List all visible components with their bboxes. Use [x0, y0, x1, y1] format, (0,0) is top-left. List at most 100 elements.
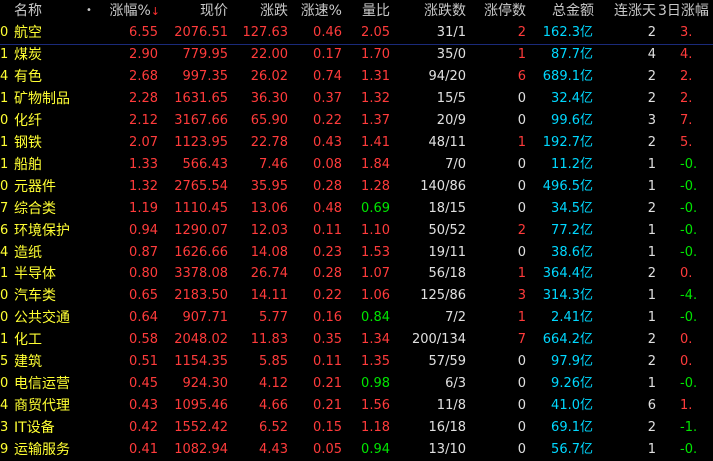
cell-price: 779.95	[182, 46, 229, 62]
cell-d3: -0.	[680, 156, 698, 172]
header-name[interactable]: 名称	[14, 0, 74, 22]
table-row[interactable]: 5 建筑 0.51 1154.35 5.85 0.11 1.35 57/59 0 97.9 亿 2 0.	[0, 351, 713, 373]
cell-amount: 69.1	[551, 420, 580, 436]
cell-limit: 2	[517, 25, 526, 40]
table-row[interactable]: 1 钢铁 2.07 1123.95 22.78 0.43 1.41 48/11 1 192.7 亿 2…	[0, 132, 713, 154]
table-header: 名称 • 涨幅%↓ 现价 涨跌 涨速% 量比 涨跌数 涨停数 总金额 连涨天 3…	[0, 0, 713, 22]
cell-speed: 0.74	[313, 68, 342, 84]
table-row[interactable]: 4 造纸 0.87 1626.66 14.08 0.23 1.53 19/11 0 38.6 亿 1 -…	[0, 242, 713, 264]
cell-idx: 6	[0, 222, 9, 238]
cell-streak: 2	[647, 266, 656, 282]
cell-vr: 1.84	[361, 156, 390, 172]
cell-d3: 0.	[680, 354, 693, 370]
cell-name: 汽车类	[14, 288, 56, 305]
cell-price: 907.71	[182, 310, 229, 326]
cell-updown: 20/9	[436, 112, 466, 128]
cell-idx: 0	[0, 178, 9, 194]
cell-updown: 7/0	[445, 156, 466, 172]
cell-d3: 0.	[680, 266, 693, 282]
cell-streak: 2	[647, 90, 656, 106]
cell-amount: 97.9	[551, 354, 580, 370]
header-amount[interactable]: 总金额	[530, 0, 594, 22]
table-row[interactable]: 1 船舶 1.33 566.43 7.46 0.08 1.84 7/0 0 11.2 亿 1 -0.	[0, 154, 713, 176]
table-row[interactable]: 1 矿物制品 2.28 1631.65 36.30 0.37 1.32 15/5 0 32.4 亿 2…	[0, 88, 713, 110]
cell-name: 元器件	[14, 178, 56, 195]
cell-unit: 亿	[580, 222, 594, 238]
header-price[interactable]: 现价	[170, 0, 228, 22]
cell-updown: 19/11	[428, 244, 466, 260]
table-row[interactable]: 7 综合类 1.19 1110.45 13.06 0.48 0.69 18/15 0 34.5 亿 2…	[0, 198, 713, 220]
table-row[interactable]: 0 电信运营 0.45 924.30 4.12 0.21 0.98 6/3 0 9.26 亿 1 -0.	[0, 373, 713, 395]
header-streak[interactable]: 连涨天	[600, 0, 656, 22]
cell-idx: 9	[0, 442, 9, 458]
header-chg[interactable]: 涨跌	[236, 0, 288, 22]
cell-streak: 2	[647, 354, 656, 370]
cell-streak: 1	[647, 288, 656, 304]
header-d3[interactable]: 3日涨幅	[658, 0, 713, 22]
cell-limit: 7	[517, 332, 526, 348]
table-row[interactable]: 9 运输服务 0.41 1082.94 4.43 0.05 0.94 13/10 0 56.7 亿 1…	[0, 439, 713, 461]
cell-chg: 14.11	[250, 288, 288, 304]
cell-speed: 0.11	[313, 222, 342, 238]
table-row[interactable]: 0 汽车类 0.65 2183.50 14.11 0.22 1.06 125/86 3 314.3…	[0, 285, 713, 307]
cell-price: 1626.66	[174, 244, 228, 260]
cell-updown: 48/11	[428, 134, 466, 150]
header-limit[interactable]: 涨停数	[470, 0, 526, 22]
cell-speed: 0.17	[313, 46, 342, 62]
cell-d3: -0.	[680, 178, 698, 194]
cell-name: 船舶	[14, 156, 42, 173]
cell-d3: 4.	[680, 46, 693, 62]
cell-chg: 13.06	[250, 200, 288, 216]
cell-unit: 亿	[580, 420, 594, 436]
cell-unit: 亿	[580, 200, 594, 216]
header-pct[interactable]: 涨幅%↓	[100, 0, 160, 22]
cell-pct: 0.94	[129, 222, 158, 238]
table-row[interactable]: 4 商贸代理 0.43 1095.46 4.66 0.21 1.56 11/8 0 41.0 亿 6 1…	[0, 395, 713, 417]
cell-pct: 6.55	[129, 25, 158, 40]
cell-streak: 2	[647, 420, 656, 436]
cell-d3: 2.	[680, 68, 693, 84]
table-row[interactable]: 1 煤炭 2.90 779.95 22.00 0.17 1.70 35/0 1 87.7 亿 4 4.	[0, 44, 713, 66]
cell-unit: 亿	[580, 90, 594, 106]
header-pct-label: 涨幅%	[109, 3, 151, 19]
cell-streak: 4	[647, 46, 656, 62]
table-row[interactable]: 3 IT设备 0.42 1552.42 6.52 0.15 1.18 16/18 0 69.1 亿 2…	[0, 417, 713, 439]
cell-amount: 664.2	[542, 332, 580, 348]
cell-speed: 0.48	[313, 200, 342, 216]
cell-name: 综合类	[14, 200, 56, 217]
cell-updown: 7/2	[445, 310, 466, 326]
cell-amount: 87.7	[551, 46, 580, 62]
cell-amount: 32.4	[551, 90, 580, 106]
table-row[interactable]: 0 公共交通 0.64 907.71 5.77 0.16 0.84 7/2 1 2.41 亿 1 -0.	[0, 307, 713, 329]
cell-amount: 9.26	[551, 376, 580, 392]
cell-d3: -0.	[680, 244, 698, 260]
table-row[interactable]: 4 有色 2.68 997.35 26.02 0.74 1.31 94/20 6 689.1 亿 2 2…	[0, 66, 713, 88]
cell-name: 钢铁	[14, 134, 42, 151]
cell-unit: 亿	[580, 354, 594, 370]
header-updown[interactable]: 涨跌数	[400, 0, 466, 22]
cell-d3: 7.	[680, 112, 693, 128]
cell-pct: 2.68	[129, 68, 158, 84]
cell-vr: 1.10	[361, 222, 390, 238]
cell-speed: 0.16	[313, 310, 342, 326]
header-dot: •	[86, 5, 92, 16]
table-row[interactable]: 0 化纤 2.12 3167.66 65.90 0.22 1.37 20/9 0 99.6 亿 3 7.	[0, 110, 713, 132]
header-vr[interactable]: 量比	[344, 0, 390, 22]
cell-idx: 1	[0, 134, 9, 150]
cell-idx: 0	[0, 112, 9, 128]
cell-price: 1110.45	[174, 200, 228, 216]
cell-chg: 12.03	[250, 222, 288, 238]
table-row[interactable]: 1 半导体 0.80 3378.08 26.74 0.28 1.07 56/18 1 364.4 亿…	[0, 263, 713, 285]
cell-speed: 0.37	[313, 90, 342, 106]
table-row[interactable]: 6 环境保护 0.94 1290.07 12.03 0.11 1.10 50/52 2 77.2 亿…	[0, 220, 713, 242]
table-row[interactable]: 1 化工 0.58 2048.02 11.83 0.35 1.34 200/134 7 664.2…	[0, 329, 713, 351]
header-speed[interactable]: 涨速%	[290, 0, 342, 22]
cell-d3: -0.	[680, 376, 698, 392]
table-row[interactable]: 0 元器件 1.32 2765.54 35.95 0.28 1.28 140/86 0 496.5…	[0, 176, 713, 198]
cell-limit: 1	[517, 134, 526, 150]
cell-updown: 50/52	[428, 222, 466, 238]
cell-amount: 56.7	[551, 442, 580, 458]
cell-vr: 0.69	[361, 200, 390, 216]
table-row[interactable]: 0 航空 6.55 2076.51 127.63 0.46 2.05 31/1 2 162.3 亿 2…	[0, 22, 713, 45]
cell-pct: 1.32	[129, 178, 158, 194]
